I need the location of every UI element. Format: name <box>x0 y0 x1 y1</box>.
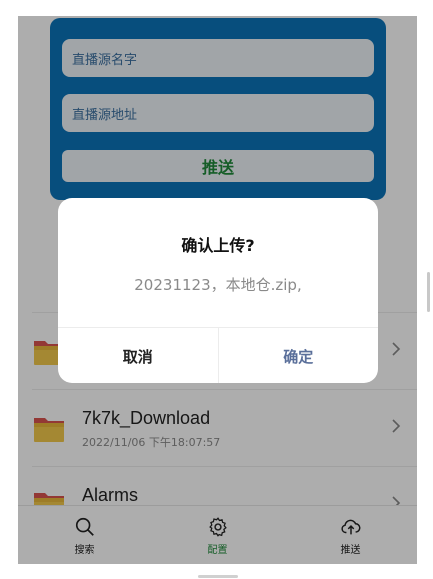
dialog-title: 确认上传? <box>181 236 255 255</box>
confirm-button[interactable]: 确定 <box>219 328 379 383</box>
cancel-button[interactable]: 取消 <box>58 328 219 383</box>
dialog-message: 20231123，本地仓.zip, <box>134 276 302 294</box>
dialog-actions: 取消 确定 <box>58 327 378 383</box>
app-screen: 直播源名字 直播源地址 推送 7k7k_Download 2022/11/06 … <box>18 16 417 564</box>
home-indicator <box>198 575 238 578</box>
confirm-upload-dialog: 确认上传? 20231123，本地仓.zip, 取消 确定 <box>58 198 378 383</box>
scrollbar-thumb[interactable] <box>427 272 430 312</box>
